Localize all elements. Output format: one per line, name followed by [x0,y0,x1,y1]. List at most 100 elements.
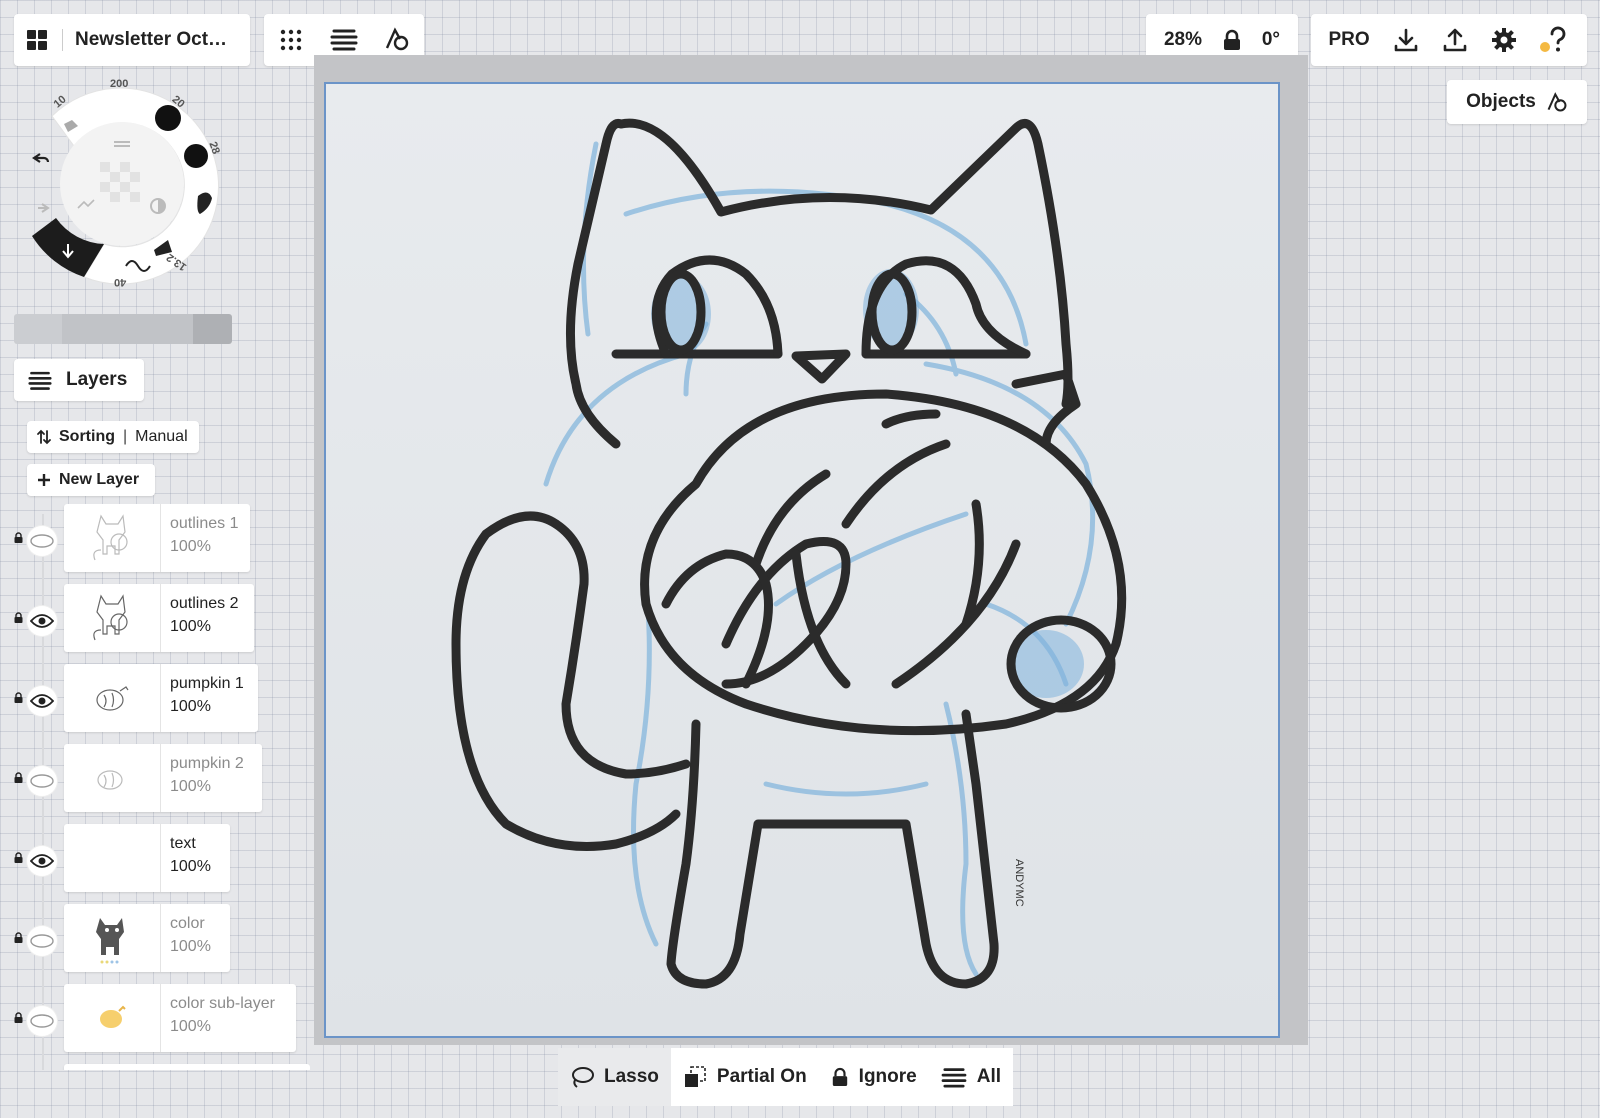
layer-name: color [170,915,205,932]
all-label: All [976,1066,1002,1087]
layer-row[interactable]: color 100% [10,904,310,976]
selection-toolbar: Lasso Partial On Ignore All [558,1048,1044,1106]
tool-wheel[interactable]: 10 200 20 28 13.2 40 [30,76,234,292]
settings-gear-icon[interactable] [1491,27,1517,53]
layer-name: text [170,835,196,852]
lock-icon[interactable] [14,772,23,783]
document-panel: Newsletter Oct… [14,14,250,66]
layer-name: pumpkin 2 [170,755,244,772]
all-layers-button[interactable]: All [928,1048,1014,1106]
layer-row[interactable]: outlines 2 100% [10,584,310,656]
layers-stack-icon [941,1066,967,1088]
partial-on-label: Partial On [716,1066,807,1087]
layer-opacity: 100% [170,778,211,795]
visibility-off-icon[interactable] [27,1006,57,1036]
lasso-label: Lasso [604,1066,659,1087]
new-layer-button[interactable]: New Layer [27,464,155,496]
layer-row[interactable]: pumpkin 1 100% [10,664,310,736]
layer-opacity: 100% [170,938,211,955]
size-label-200[interactable]: 200 [110,78,128,90]
layer-thumbnail [64,904,161,972]
shapes-icon [1546,91,1568,113]
layer-name: outlines 1 [170,515,239,532]
brush-size-slider[interactable] [14,314,232,344]
new-layer-label: New Layer [59,471,140,488]
gallery-grid-icon[interactable] [26,29,48,51]
layer-thumbnail [64,584,161,652]
shapes-icon [384,26,410,52]
layer-thumbnail [64,504,161,572]
layer-thumbnail [64,744,161,812]
rotation-angle[interactable]: 0° [1262,29,1280,51]
layer-opacity: 100% [170,618,211,635]
lock-icon[interactable] [14,532,23,543]
visibility-off-icon[interactable] [27,926,57,956]
lock-icon[interactable] [14,612,23,623]
layer-row[interactable]: outlines 1 100% [10,504,310,576]
layer-name: color sub-layer [170,995,275,1012]
layer-card[interactable]: text 100% [64,824,230,892]
lock-icon[interactable] [14,692,23,703]
layer-thumbnail [64,664,161,732]
layer-card[interactable]: color 100% [64,904,230,972]
layers-title: Layers [66,369,128,390]
layer-row[interactable]: pumpkin 2 100% [10,744,310,816]
layer-name: pumpkin 1 [170,675,244,692]
layer-list: outlines 1 100% outlines 2 100% pumpkin … [10,504,310,1070]
divider [62,29,63,51]
layer-row[interactable]: color sub-layer 100% [10,984,310,1056]
layers-stack-icon [330,27,358,51]
layer-name: outlines 2 [170,595,239,612]
ignore-button[interactable]: Ignore [818,1048,929,1106]
layer-row[interactable]: text 100% [10,824,310,896]
dot-grid-icon [279,28,303,52]
layer-opacity: 100% [170,858,211,875]
lasso-button[interactable]: Lasso [558,1048,671,1106]
sorting-button[interactable]: Sorting | Manual [27,421,199,453]
layer-card[interactable]: outlines 2 100% [64,584,254,652]
layer-card[interactable]: outlines 1 100% [64,504,250,572]
artist-signature: ANDYMC [1013,859,1025,907]
sort-arrows-icon [37,429,51,445]
share-upload-icon[interactable] [1442,27,1468,53]
ignore-label: Ignore [858,1066,917,1087]
sorting-label: Sorting [59,428,115,445]
visibility-off-icon[interactable] [27,526,57,556]
partial-on-button[interactable]: Partial On [670,1048,819,1106]
layer-card[interactable]: pumpkin 2 100% [64,744,262,812]
lock-icon[interactable] [14,852,23,863]
layer-card-partial[interactable] [64,1064,310,1070]
visibility-on-icon[interactable] [27,606,57,636]
size-label-40[interactable]: 40 [114,276,126,288]
objects-label: Objects [1466,91,1536,112]
document-title[interactable]: Newsletter Oct… [75,29,227,51]
pro-button[interactable]: PRO [1328,29,1369,51]
lasso-icon [570,1066,594,1088]
lock-icon[interactable] [1222,29,1242,51]
visibility-off-icon[interactable] [27,766,57,796]
drawing-canvas[interactable]: ANDYMC [324,82,1280,1038]
grid-tool-button[interactable] [269,18,313,62]
layer-opacity: 100% [170,698,211,715]
layer-opacity: 100% [170,1018,211,1035]
visibility-on-icon[interactable] [27,686,57,716]
lock-icon [831,1066,849,1088]
layer-opacity: 100% [170,538,211,555]
sorting-mode: Manual [135,428,188,445]
sorting-divider: | [123,428,128,445]
download-icon[interactable] [1393,27,1419,53]
layer-thumbnail [64,984,161,1052]
help-question-icon[interactable] [1539,26,1569,54]
visibility-on-icon[interactable] [27,846,57,876]
layers-stack-icon [28,369,52,391]
lock-icon[interactable] [14,932,23,943]
objects-button[interactable]: Objects [1447,80,1587,124]
partial-selection-icon [683,1065,707,1089]
layer-card[interactable]: pumpkin 1 100% [64,664,258,732]
layers-header[interactable]: Layers [14,359,144,401]
actions-panel: PRO [1311,14,1587,66]
lock-icon[interactable] [14,1012,23,1023]
layer-card[interactable]: color sub-layer 100% [64,984,296,1052]
zoom-level[interactable]: 28% [1164,29,1202,51]
cat-pumpkin-drawing: ANDYMC [451,118,1127,989]
